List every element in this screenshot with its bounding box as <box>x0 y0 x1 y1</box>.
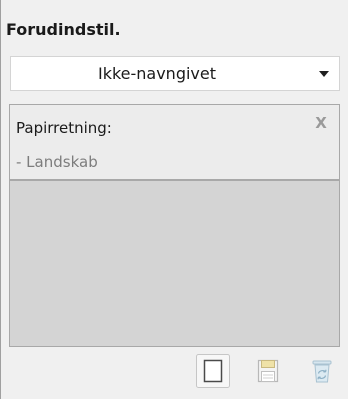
dropdown-arrow-icon <box>319 71 329 77</box>
floppy-disk-icon <box>257 359 279 383</box>
settings-summary-box: Papirretning: - Landskab X <box>9 104 340 347</box>
panel-title: Forudindstil. <box>6 20 121 39</box>
blank-page-icon <box>196 354 230 388</box>
save-preset-button[interactable] <box>251 354 285 388</box>
preset-dropdown[interactable]: Ikke-navngivet <box>10 56 340 91</box>
new-preset-button[interactable] <box>196 354 230 388</box>
preset-panel: Forudindstil. Ikke-navngivet Papirretnin… <box>0 0 348 399</box>
setting-value: - Landskab <box>16 153 98 171</box>
preset-selected-value: Ikke-navngivet <box>97 64 217 83</box>
delete-preset-button[interactable] <box>305 354 339 388</box>
setting-item[interactable]: Papirretning: - Landskab X <box>10 105 339 181</box>
setting-label: Papirretning: <box>16 119 112 137</box>
remove-setting-button[interactable]: X <box>313 115 329 131</box>
trash-bin-icon <box>312 360 332 383</box>
